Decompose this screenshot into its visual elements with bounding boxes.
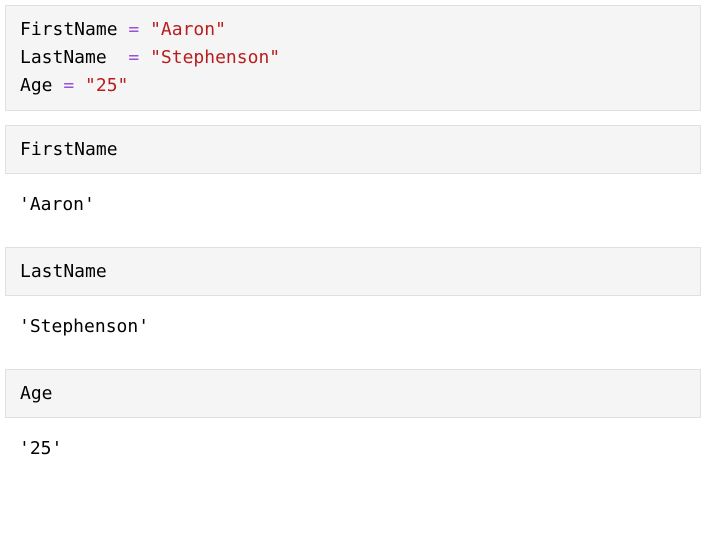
code-line: FirstName = "Aaron" [20,16,686,44]
output-value: '25' [19,438,62,459]
variable-name: FirstName [20,19,118,40]
input-cell: Age [5,369,701,418]
assign-op: = [128,19,139,40]
code-line: LastName = "Stephenson" [20,44,686,72]
code-line: Age = "25" [20,72,686,100]
variable-name: Age [20,75,53,96]
string-literal: "Stephenson" [150,47,280,68]
output-cell: 'Stephenson' [5,300,701,357]
input-cell: FirstName [5,125,701,174]
input-expression: Age [20,383,53,404]
input-cell: LastName [5,247,701,296]
output-cell: 'Aaron' [5,178,701,235]
assign-op: = [63,75,74,96]
output-value: 'Stephenson' [19,316,149,337]
input-expression: LastName [20,261,107,282]
output-cell: '25' [5,422,701,479]
input-expression: FirstName [20,139,118,160]
output-value: 'Aaron' [19,194,95,215]
string-literal: "25" [85,75,128,96]
code-assignment-block: FirstName = "Aaron" LastName = "Stephens… [5,5,701,111]
variable-name: LastName [20,47,107,68]
assign-op: = [128,47,139,68]
string-literal: "Aaron" [150,19,226,40]
